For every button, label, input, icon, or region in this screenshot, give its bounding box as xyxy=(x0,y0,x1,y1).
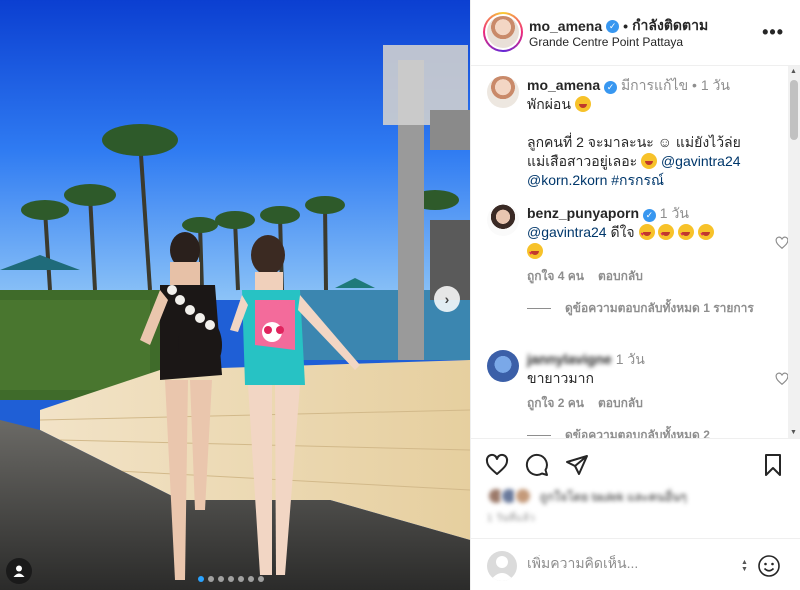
caption-line-3: แม่เสือสาวอยู่เลอะ xyxy=(527,153,638,169)
heart-eyes-emoji-icon xyxy=(698,224,715,245)
comments-scrollbar[interactable]: ▲ ▼ xyxy=(788,66,800,438)
liker-avatar xyxy=(513,487,532,505)
comment-likes[interactable]: ถูกใจ 2 คน xyxy=(527,394,584,413)
tagged-users-button[interactable] xyxy=(6,558,32,584)
post-actions: ถูกใจโดย taulek และคนอื่นๆ 1 วันที่แล้ว xyxy=(471,438,800,538)
comment-icon[interactable] xyxy=(525,453,549,477)
more-horizontal-icon[interactable]: ••• xyxy=(762,22,784,43)
bookmark-icon[interactable] xyxy=(761,453,785,477)
verified-badge-icon: ✓ xyxy=(606,19,620,33)
comment-time: 1 วัน xyxy=(615,351,645,367)
location-link[interactable]: Grande Centre Point Pattaya xyxy=(529,35,683,49)
caption-time: 1 วัน xyxy=(700,77,730,93)
view-replies-button[interactable]: ดูข้อความตอบกลับทั้งหมด 1 รายการ xyxy=(527,300,779,316)
post-photo[interactable]: › xyxy=(0,0,470,590)
carousel-dot xyxy=(208,576,214,582)
post-date: 1 วันที่แล้ว xyxy=(487,513,535,524)
header-separator: • xyxy=(623,18,629,34)
heart-eyes-emoji-icon xyxy=(527,243,543,264)
caption-line-1: พักผ่อน xyxy=(527,96,571,112)
carousel-dot xyxy=(218,576,224,582)
caption-line-2: ลูกคนที่ 2 จะมาละนะ ☺ แม่ยังไว้ล่ย xyxy=(527,134,741,150)
comment-time: 1 วัน xyxy=(659,205,689,221)
comment-username[interactable]: benz_punyaporn xyxy=(527,205,639,221)
carousel-dot xyxy=(258,576,264,582)
verified-badge-icon: ✓ xyxy=(604,81,618,94)
comment-input[interactable] xyxy=(527,555,727,571)
following-button[interactable]: กำลังติดตาม xyxy=(632,15,708,37)
heart-icon[interactable] xyxy=(485,453,509,477)
view-replies-label: ดูข้อความตอบกลับทั้งหมด 1 รายการ xyxy=(565,301,754,315)
author-avatar[interactable] xyxy=(483,12,523,52)
emoji-icon xyxy=(574,96,591,112)
carousel-dot xyxy=(198,576,204,582)
author-line: mo_amena ✓ • กำลังติดตาม xyxy=(529,15,708,37)
comment-likes[interactable]: ถูกใจ 4 คน xyxy=(527,267,584,286)
caption-dot: • xyxy=(692,77,697,93)
input-spinner[interactable]: ▲ ▼ xyxy=(741,559,748,573)
likes-summary[interactable]: ถูกใจโดย taulek และคนอื่นๆ xyxy=(487,487,687,508)
emoji-picker-icon[interactable] xyxy=(757,554,781,578)
heart-eyes-emoji-icon xyxy=(638,224,655,245)
edited-label: มีการแก้ไข xyxy=(620,77,689,93)
post-header: mo_amena ✓ • กำลังติดตาม Grande Centre P… xyxy=(471,0,800,66)
emoji-icon xyxy=(641,153,658,169)
mention-link[interactable]: @gavintra24 xyxy=(527,224,607,240)
scroll-down-icon[interactable]: ▼ xyxy=(790,429,797,436)
comment-avatar[interactable] xyxy=(487,204,519,236)
carousel-dot xyxy=(228,576,234,582)
caption-username[interactable]: mo_amena xyxy=(527,77,600,93)
comment-like-icon[interactable] xyxy=(775,372,789,386)
carousel-dot xyxy=(248,576,254,582)
mention-link[interactable]: @gavintra24 xyxy=(661,153,741,169)
person-icon xyxy=(13,565,25,577)
carousel-dot xyxy=(238,576,244,582)
add-comment-bar: ▲▼ xyxy=(471,538,800,590)
scroll-up-icon[interactable]: ▲ xyxy=(790,68,797,75)
comment-like-icon[interactable] xyxy=(775,236,789,250)
heart-eyes-emoji-icon xyxy=(658,224,675,245)
reply-button[interactable]: ตอบกลับ xyxy=(598,267,643,286)
next-slide-button[interactable]: › xyxy=(434,286,460,312)
comment-text: ขายาวมาก xyxy=(527,370,594,386)
mention-link[interactable]: @korn.2korn xyxy=(527,172,607,188)
carousel-indicator xyxy=(198,576,264,582)
heart-eyes-emoji-icon xyxy=(678,224,695,245)
verified-badge-icon: ✓ xyxy=(642,209,656,222)
comment-username[interactable]: jannylavigne xyxy=(527,351,612,367)
likes-text: ถูกใจโดย taulek และคนอื่นๆ xyxy=(539,490,687,504)
hashtag-link[interactable]: #กรกรณ์ xyxy=(611,172,664,188)
comments-list: mo_amena ✓ มีการแก้ไข • 1 วัน พักผ่อน ลู… xyxy=(471,66,789,438)
send-icon[interactable] xyxy=(565,453,589,477)
default-avatar-icon xyxy=(490,556,514,581)
post-side-panel: mo_amena ✓ • กำลังติดตาม Grande Centre P… xyxy=(470,0,800,590)
view-replies-label: ดูข้อความตอบกลับทั้งหมด 2 xyxy=(565,428,710,438)
current-user-avatar xyxy=(487,551,517,581)
photo-scene xyxy=(0,0,470,590)
caption-avatar[interactable] xyxy=(487,76,519,108)
comment-avatar[interactable] xyxy=(487,350,519,382)
author-username[interactable]: mo_amena xyxy=(529,18,602,34)
reply-button[interactable]: ตอบกลับ xyxy=(598,394,643,413)
view-replies-button[interactable]: ดูข้อความตอบกลับทั้งหมด 2 xyxy=(527,427,779,438)
scrollbar-thumb[interactable] xyxy=(790,80,798,140)
comment-text: ดีใจ xyxy=(610,224,635,240)
